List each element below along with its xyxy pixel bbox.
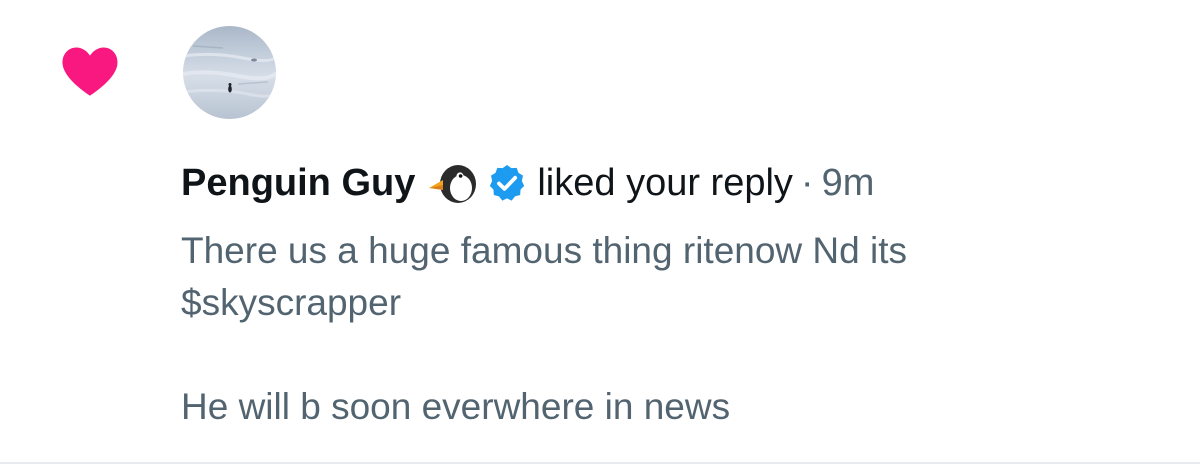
separator-dot: · [800,161,814,204]
reply-text[interactable]: There us a huge famous thing ritenow Nd … [181,225,1141,433]
like-notification[interactable]: Penguin Guy liked your reply · 9m There … [0,0,1200,464]
heart-icon [62,47,118,96]
user-display-name[interactable]: Penguin Guy [181,162,415,205]
divider [0,462,1200,464]
verified-badge-icon[interactable] [487,163,527,203]
penguin-emoji-icon [429,165,477,203]
timestamp[interactable]: 9m [822,162,875,205]
reply-line: There us a huge famous thing ritenow Nd … [181,230,907,271]
avatar[interactable] [183,26,276,119]
reply-line: $skyscrapper [181,282,402,323]
action-text: liked your reply [537,161,793,204]
reply-line: He will b soon everwhere in news [181,386,731,427]
notification-header: Penguin Guy liked your reply · 9m [181,158,874,208]
